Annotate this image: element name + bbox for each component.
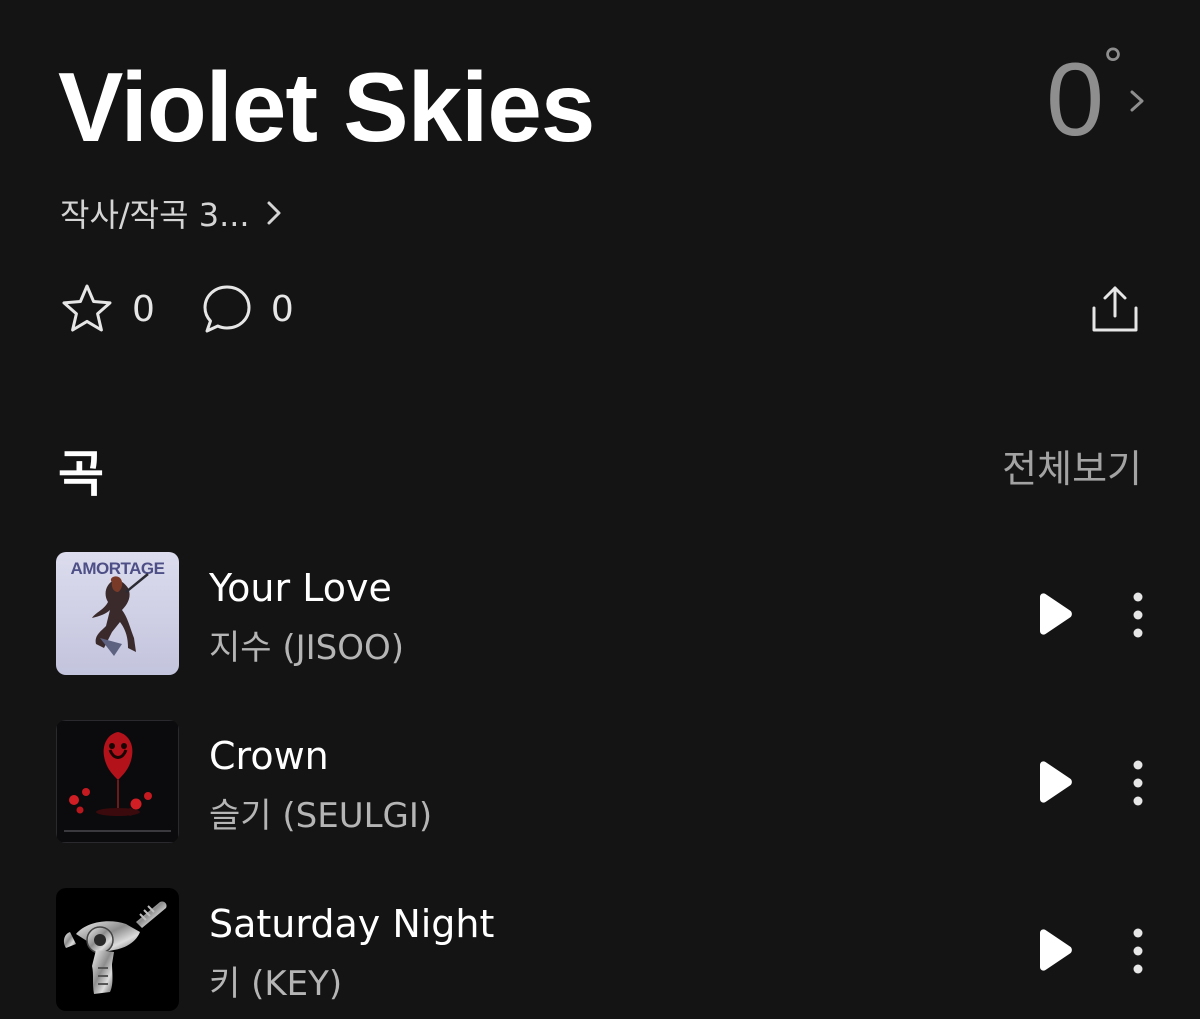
like-button[interactable]: 0: [60, 282, 155, 336]
more-vertical-icon: [1133, 592, 1143, 638]
view-all-link[interactable]: 전체보기: [1002, 438, 1142, 493]
speech-bubble-icon: [203, 285, 251, 333]
track-row[interactable]: Crown 슬기 (SEULGI): [56, 720, 1156, 844]
track-row[interactable]: Saturday Night 키 (KEY): [56, 888, 1156, 1012]
more-options-button[interactable]: [1126, 760, 1150, 806]
album-cover[interactable]: AMORTAGE: [56, 552, 179, 675]
like-count: 0: [132, 288, 155, 330]
more-vertical-icon: [1133, 928, 1143, 974]
star-outline-icon: [62, 284, 112, 332]
share-button[interactable]: [1088, 282, 1142, 336]
play-button[interactable]: [1034, 928, 1074, 972]
album-art-image: [56, 720, 179, 843]
track-artist[interactable]: 지수 (JISOO): [209, 620, 404, 669]
rating-link[interactable]: 0 °: [1046, 42, 1148, 158]
track-title[interactable]: Saturday Night: [209, 902, 494, 946]
album-cover[interactable]: [56, 720, 179, 843]
track-title[interactable]: Your Love: [209, 566, 392, 610]
album-art-image: [56, 888, 179, 1011]
credits-label: 작사/작곡 3...: [60, 196, 250, 234]
credits-link[interactable]: 작사/작곡 3...: [60, 190, 282, 236]
comment-count: 0: [270, 288, 294, 330]
play-icon: [1040, 929, 1072, 971]
songs-section-title: 곡: [58, 445, 104, 503]
album-cover-text: AMORTAGE: [71, 559, 165, 578]
track-title[interactable]: Crown: [209, 734, 329, 778]
rating-degree-symbol: °: [1102, 40, 1124, 91]
play-button[interactable]: [1034, 592, 1074, 636]
more-vertical-icon: [1133, 760, 1143, 806]
more-options-button[interactable]: [1126, 928, 1150, 974]
play-icon: [1040, 761, 1072, 803]
track-artist[interactable]: 키 (KEY): [209, 956, 342, 1005]
play-button[interactable]: [1034, 760, 1074, 804]
rating-value: 0: [1046, 42, 1104, 158]
track-row[interactable]: AMORTAGE Your Love 지수 (JISOO): [56, 552, 1156, 676]
play-icon: [1040, 593, 1072, 635]
action-row: 0 0: [60, 282, 294, 336]
album-cover[interactable]: [56, 888, 179, 1011]
track-artist[interactable]: 슬기 (SEULGI): [209, 788, 432, 837]
chevron-right-icon: [1130, 90, 1144, 112]
comment-button[interactable]: 0: [201, 282, 294, 336]
album-art-image: AMORTAGE: [56, 552, 179, 675]
more-options-button[interactable]: [1126, 592, 1150, 638]
share-upload-icon: [1092, 286, 1138, 332]
page-title: Violet Skies: [58, 52, 595, 162]
chevron-right-icon: [267, 201, 281, 225]
